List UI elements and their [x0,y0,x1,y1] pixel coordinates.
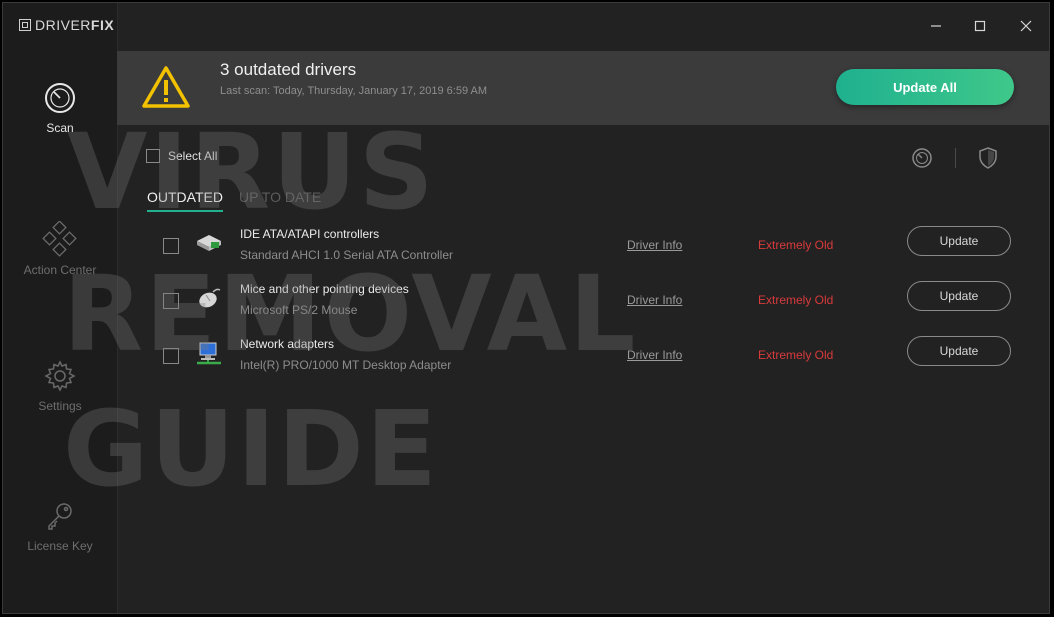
sidebar-item-scan[interactable]: Scan [3,81,117,135]
sidebar-item-action-center[interactable]: Action Center [3,221,117,277]
driver-device-name: Standard AHCI 1.0 Serial ATA Controller [240,248,453,262]
scan-result-banner: 3 outdated drivers Last scan: Today, Thu… [117,51,1049,125]
select-all-checkbox[interactable]: Select All [146,149,217,163]
driver-info-link[interactable]: Driver Info [627,348,682,362]
tab-outdated[interactable]: OUTDATED [147,189,223,212]
warning-triangle-icon [142,66,190,108]
driver-device-name: Microsoft PS/2 Mouse [240,303,358,317]
action-center-diamond-icon [42,221,77,257]
key-icon [48,503,72,530]
watermark-line-1: VIRUS [67,111,436,233]
driver-row: Mice and other pointing devices Microsof… [146,281,1026,334]
driver-category: Network adapters [240,337,335,351]
update-all-button[interactable]: Update All [836,69,1014,105]
last-scan-text: Last scan: Today, Thursday, January 17, … [220,85,488,97]
update-button[interactable]: Update [907,226,1011,256]
checkbox-box[interactable] [146,149,160,163]
logo-chip-icon [19,19,31,31]
tab-up-to-date[interactable]: UP TO DATE [239,189,321,212]
gear-icon [44,360,76,392]
sidebar-item-label: Settings [38,399,82,413]
select-all-label: Select All [168,149,218,163]
minimize-button[interactable] [923,15,949,37]
toolbar-icons [911,147,998,169]
driver-tabs: OUTDATED UP TO DATE [147,189,321,212]
sidebar-item-settings[interactable]: Settings [3,359,117,413]
driver-info-link[interactable]: Driver Info [627,238,682,252]
driver-status: Extremely Old [758,238,834,252]
maximize-button[interactable] [967,15,993,37]
shield-icon[interactable] [978,147,998,169]
mouse-icon [199,288,221,308]
divider [955,148,956,168]
sidebar-item-label: Scan [46,121,74,135]
sidebar: DRIVERFIX Scan Action Center Settings Li… [3,3,118,613]
driver-status: Extremely Old [758,293,834,307]
driver-info-link[interactable]: Driver Info [627,293,682,307]
update-button[interactable]: Update [907,281,1011,311]
maximize-icon [974,20,986,32]
sidebar-item-label: License Key [27,539,93,553]
brand-logo: DRIVERFIX [19,17,114,33]
close-icon [1020,20,1032,32]
update-button[interactable]: Update [907,336,1011,366]
sidebar-item-license-key[interactable]: License Key [3,499,117,553]
sidebar-item-label: Action Center [23,263,97,277]
brand-name: DRIVERFIX [35,17,115,33]
watermark-line-3: GUIDE [63,388,439,510]
app-window: DRIVERFIX Scan Action Center Settings Li… [0,0,1054,617]
outdated-count-title: 3 outdated drivers [220,60,357,79]
driver-category: IDE ATA/ATAPI controllers [240,227,380,241]
speed-gauge-icon[interactable] [911,147,933,169]
disk-controller-icon [197,235,221,251]
driver-checkbox[interactable] [163,238,179,254]
driver-device-name: Intel(R) PRO/1000 MT Desktop Adapter [240,358,452,372]
close-button[interactable] [1013,15,1039,37]
driver-category: Mice and other pointing devices [240,282,409,296]
driver-row: IDE ATA/ATAPI controllers Standard AHCI … [146,226,1026,279]
scan-gauge-icon [45,83,75,113]
driver-row: Network adapters Intel(R) PRO/1000 MT De… [146,336,1026,389]
network-adapter-icon [197,342,221,365]
driver-checkbox[interactable] [163,293,179,309]
driver-status: Extremely Old [758,348,834,362]
driver-checkbox[interactable] [163,348,179,364]
app-frame: DRIVERFIX Scan Action Center Settings Li… [2,2,1050,614]
minimize-icon [931,25,941,27]
